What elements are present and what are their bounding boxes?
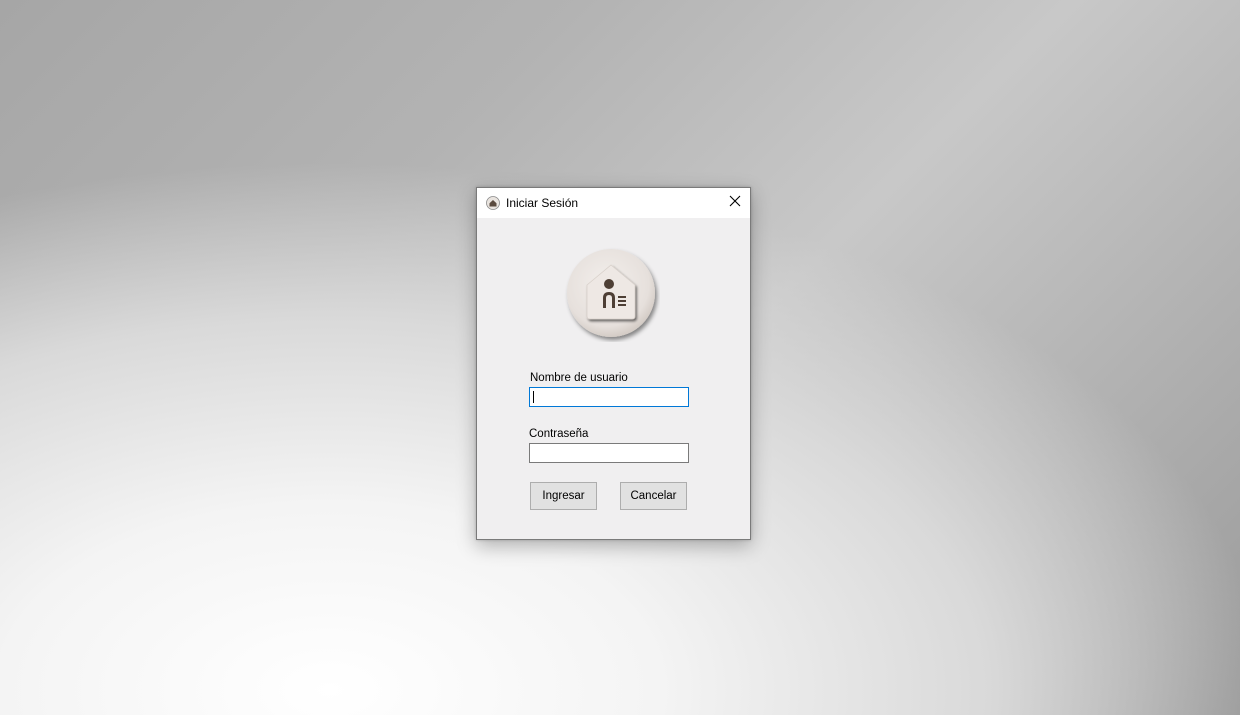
cancel-button-label: Cancelar <box>630 490 677 502</box>
desktop-background: Iniciar Sesión Nombre de usuario Contras… <box>0 0 1240 715</box>
app-logo-icon <box>486 196 500 210</box>
title-bar[interactable]: Iniciar Sesión <box>477 188 750 218</box>
close-button[interactable] <box>720 188 750 218</box>
login-dialog: Iniciar Sesión Nombre de usuario Contras… <box>476 187 751 540</box>
username-label: Nombre de usuario <box>530 372 628 384</box>
password-label: Contraseña <box>529 428 589 440</box>
window-title: Iniciar Sesión <box>506 196 579 210</box>
close-icon <box>729 194 741 212</box>
house-user-icon <box>564 246 660 342</box>
text-caret <box>533 391 534 403</box>
login-button-label: Ingresar <box>542 490 585 502</box>
username-field[interactable] <box>529 387 689 407</box>
login-button[interactable]: Ingresar <box>530 482 597 510</box>
cancel-button[interactable]: Cancelar <box>620 482 687 510</box>
password-field[interactable] <box>529 443 689 463</box>
